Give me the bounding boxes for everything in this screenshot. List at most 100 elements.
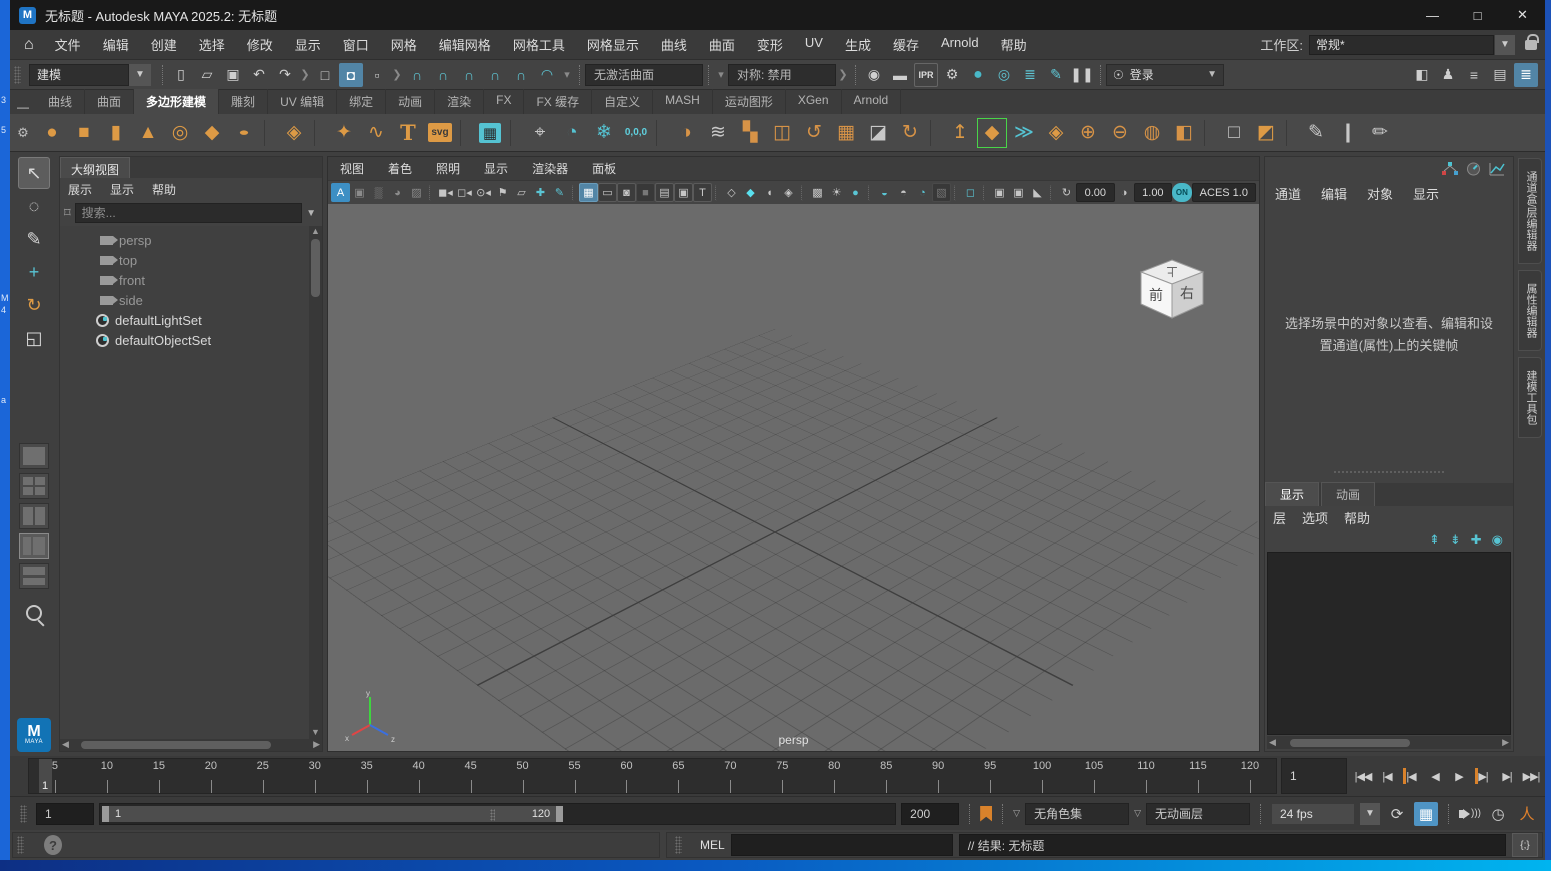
- shelf-button[interactable]: ✏: [1365, 118, 1395, 148]
- shelf-button[interactable]: ◆: [197, 118, 227, 148]
- sidebar-toggle-icon[interactable]: ♟: [1436, 63, 1460, 87]
- shelf-button[interactable]: ▲: [133, 118, 163, 148]
- viewport-icon[interactable]: ◔: [913, 183, 932, 202]
- bookmark-icon[interactable]: [980, 806, 992, 822]
- viewport-menu-item[interactable]: 显示: [484, 160, 508, 177]
- shelf-button[interactable]: ◩: [1251, 118, 1281, 148]
- outliner-item[interactable]: defaultObjectSet: [60, 330, 309, 350]
- drag-handle[interactable]: [20, 805, 27, 823]
- shelf-tab[interactable]: FX: [484, 89, 524, 114]
- layer-menu-item[interactable]: 选项: [1302, 508, 1328, 527]
- shelf-tab[interactable]: 自定义: [592, 89, 653, 114]
- viewport-icon[interactable]: ◻: [961, 183, 980, 202]
- viewport-icon[interactable]: ▧: [932, 183, 951, 202]
- statusline-icon[interactable]: ∩: [405, 63, 429, 87]
- viewport-icon[interactable]: ↻: [1057, 183, 1076, 202]
- viewport-icon[interactable]: ▦: [579, 183, 598, 202]
- statusline-icon[interactable]: ◠: [535, 63, 559, 87]
- shelf-tab[interactable]: UV 编辑: [268, 89, 337, 114]
- outliner-vertical-scrollbar[interactable]: ▲ ▼: [309, 226, 322, 739]
- cached-playback-clock-icon[interactable]: ◷: [1486, 802, 1510, 826]
- menu-item[interactable]: 文件: [44, 31, 92, 58]
- shelf-button[interactable]: ∿: [361, 118, 391, 148]
- chevron-down-icon[interactable]: ▼: [1360, 803, 1380, 825]
- viewport-icon[interactable]: ◇: [722, 183, 741, 202]
- layout-outliner-persp-button[interactable]: [19, 533, 49, 559]
- shelf-button[interactable]: ◔: [557, 118, 587, 148]
- shelf-tab[interactable]: 曲面: [85, 89, 134, 114]
- sidebar-toggle-icon[interactable]: ◧: [1410, 63, 1434, 87]
- workspace-lock-icon[interactable]: [1525, 40, 1537, 50]
- layer-icon[interactable]: ⇞: [1429, 532, 1440, 548]
- viewport-icon[interactable]: [868, 185, 872, 201]
- range-slider-track[interactable]: 1 120: [99, 803, 896, 825]
- viewport-icon[interactable]: [983, 185, 987, 201]
- menu-item[interactable]: 曲面: [698, 31, 746, 58]
- maximize-button[interactable]: □: [1455, 0, 1500, 30]
- layer-list[interactable]: [1267, 552, 1511, 735]
- shelf-tab[interactable]: FX 缓存: [524, 89, 592, 114]
- render-icon[interactable]: IPR: [914, 63, 938, 87]
- shelf-button[interactable]: ▦: [831, 118, 861, 148]
- viewport-icon[interactable]: ■: [636, 183, 655, 202]
- anim-layer-select[interactable]: 无动画层: [1146, 803, 1250, 825]
- shelf-button[interactable]: □: [1219, 118, 1249, 148]
- shelf-tab[interactable]: 运动图形: [713, 89, 786, 114]
- drag-handle[interactable]: [14, 66, 21, 84]
- shelf-button[interactable]: ▮: [101, 118, 131, 148]
- current-frame-field[interactable]: 1: [1281, 758, 1347, 794]
- statusline-icon[interactable]: ↶: [247, 63, 271, 87]
- shelf-button[interactable]: ◆: [977, 118, 1007, 148]
- mel-input[interactable]: [731, 834, 953, 856]
- sidebar-toggle-icon[interactable]: ≡: [1462, 63, 1486, 87]
- menu-item[interactable]: 选择: [188, 31, 236, 58]
- viewport-icon[interactable]: ▣: [990, 183, 1009, 202]
- menu-set-select[interactable]: 建模: [29, 64, 129, 86]
- shelf-button[interactable]: ↺: [799, 118, 829, 148]
- render-icon[interactable]: ◎: [992, 63, 1016, 87]
- render-icon[interactable]: ❚❚: [1070, 63, 1094, 87]
- shelf-tab[interactable]: 动画: [386, 89, 435, 114]
- shelf-button[interactable]: ◈: [279, 118, 309, 148]
- scroll-up-icon[interactable]: ▲: [311, 226, 320, 238]
- viewport-icon[interactable]: [1050, 185, 1054, 201]
- render-icon[interactable]: ⚙: [940, 63, 964, 87]
- chevron-down-icon[interactable]: ▽: [1134, 808, 1141, 819]
- outliner-search-input[interactable]: [75, 203, 302, 223]
- viewport-icon[interactable]: [954, 185, 958, 201]
- mel-label[interactable]: MEL: [700, 838, 725, 852]
- viewport-icon[interactable]: ▣: [350, 183, 369, 202]
- menu-item[interactable]: 缓存: [882, 31, 930, 58]
- viewport-icon[interactable]: ⚑: [493, 183, 512, 202]
- gear-icon[interactable]: ⚙: [10, 125, 36, 141]
- statusline-icon[interactable]: ▫: [365, 63, 389, 87]
- layer-icon[interactable]: ✚: [1471, 532, 1482, 548]
- viewport-menu-item[interactable]: 着色: [388, 160, 412, 177]
- loop-playback-icon[interactable]: ⟳: [1385, 802, 1409, 826]
- layer-icon[interactable]: ⇟: [1450, 532, 1461, 548]
- statusline-icon[interactable]: ↷: [273, 63, 297, 87]
- shelf-button[interactable]: ◍: [1137, 118, 1167, 148]
- viewport-icon[interactable]: ▣: [674, 183, 693, 202]
- outliner-item[interactable]: defaultLightSet: [60, 310, 309, 330]
- animation-end-field[interactable]: 200: [901, 803, 959, 825]
- statusline-icon[interactable]: ❯: [299, 63, 311, 87]
- viewport-icon[interactable]: 0.00: [1076, 183, 1115, 202]
- shelf-button[interactable]: [1204, 120, 1214, 146]
- outliner-item[interactable]: persp: [60, 230, 309, 250]
- viewport-icon[interactable]: [715, 185, 719, 201]
- shelf-button[interactable]: [656, 120, 666, 146]
- menu-item[interactable]: UV: [794, 31, 834, 58]
- menu-item[interactable]: 网格: [380, 31, 428, 58]
- statusline-icon[interactable]: ∩: [509, 63, 533, 87]
- zoom-tool-icon[interactable]: [26, 605, 42, 621]
- layer-tab[interactable]: 动画: [1321, 482, 1375, 506]
- viewport-icon[interactable]: ◈: [779, 183, 798, 202]
- layer-menu-item[interactable]: 层: [1273, 508, 1286, 527]
- shelf-button[interactable]: [314, 120, 324, 146]
- viewport-icon[interactable]: ◻◂: [455, 183, 474, 202]
- shelf-button[interactable]: [930, 120, 940, 146]
- outliner-menu-item[interactable]: 帮助: [152, 181, 176, 198]
- shelf-tab[interactable]: XGen: [786, 89, 842, 114]
- shelf-tab[interactable]: Arnold: [842, 89, 902, 114]
